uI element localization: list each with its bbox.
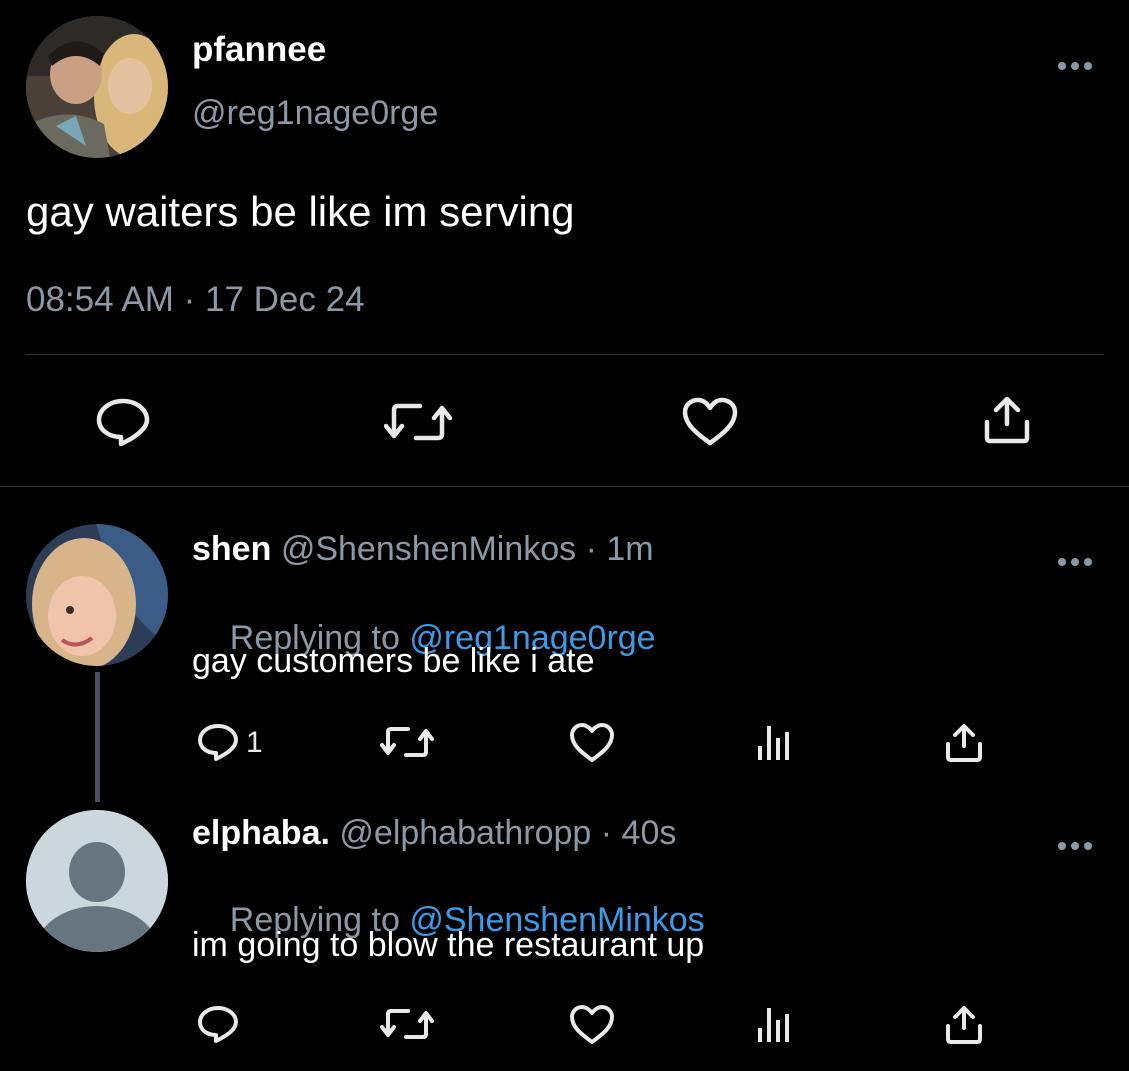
reply-icon[interactable]	[196, 1004, 240, 1044]
more-icon[interactable]	[1057, 544, 1093, 574]
author-display-name[interactable]: elphaba.	[192, 814, 330, 852]
analytics-icon[interactable]	[754, 1004, 794, 1044]
avatar[interactable]	[26, 524, 168, 666]
author-display-name[interactable]: pfannee	[192, 30, 326, 70]
thread-line	[95, 672, 100, 802]
reply-text: im going to blow the restaurant up	[192, 926, 705, 964]
avatar[interactable]	[26, 810, 168, 952]
share-icon[interactable]	[982, 394, 1032, 446]
author-handle-time[interactable]: @elphabathropp · 40s	[339, 814, 676, 852]
reply-count: 1	[246, 726, 263, 759]
retweet-icon[interactable]	[380, 1004, 434, 1044]
divider	[26, 354, 1104, 355]
more-icon[interactable]	[1057, 48, 1093, 78]
avatar[interactable]	[26, 16, 168, 158]
retweet-icon[interactable]	[380, 722, 434, 762]
analytics-icon[interactable]	[754, 722, 794, 762]
reply-text: gay customers be like i ate	[192, 642, 595, 680]
author-handle[interactable]: @reg1nage0rge	[192, 94, 438, 133]
author-display-name[interactable]: shen	[192, 530, 271, 568]
tweet-text: gay waiters be like im serving	[26, 188, 575, 235]
share-icon[interactable]	[944, 1004, 984, 1046]
share-icon[interactable]	[944, 722, 984, 764]
author-handle-time[interactable]: @ShenshenMinkos · 1m	[281, 530, 654, 568]
section-divider	[0, 486, 1129, 487]
reply-icon[interactable]	[196, 722, 240, 762]
more-icon[interactable]	[1057, 828, 1093, 858]
like-icon[interactable]	[568, 722, 616, 764]
tweet-timestamp: 08:54 AM · 17 Dec 24	[26, 280, 365, 319]
retweet-icon[interactable]	[384, 398, 452, 446]
reply-icon[interactable]	[94, 396, 152, 448]
like-icon[interactable]	[568, 1004, 616, 1046]
like-icon[interactable]	[680, 396, 740, 448]
